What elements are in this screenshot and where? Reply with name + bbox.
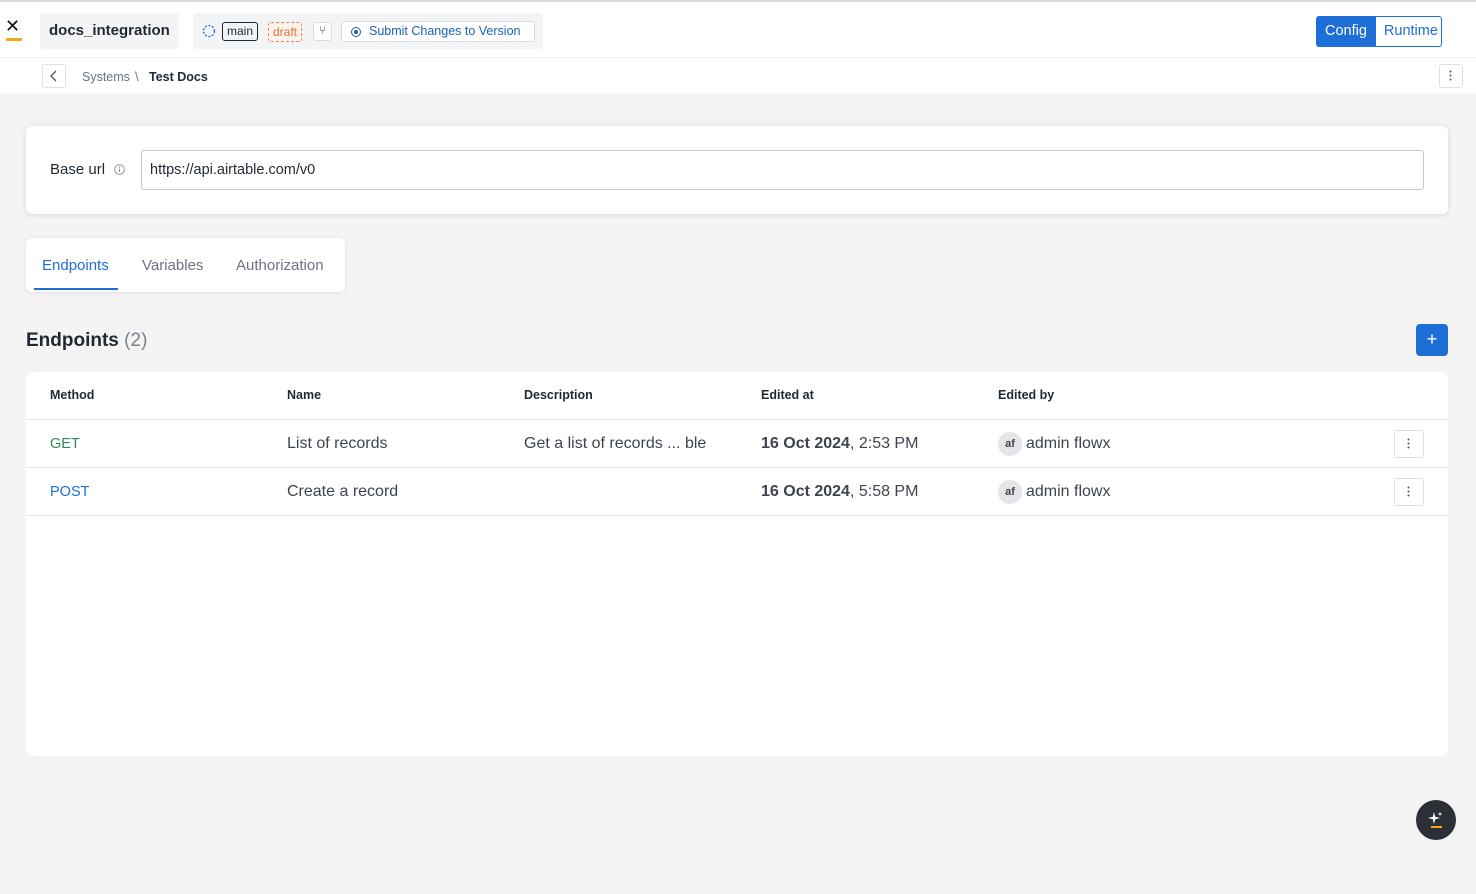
runtime-mode-button[interactable]: Runtime [1375, 16, 1442, 47]
more-vertical-icon [1449, 70, 1453, 82]
active-tab-indicator [34, 288, 118, 290]
edited-date: 16 Oct 2024 [761, 483, 850, 500]
table-row[interactable]: POST Create a record 16 Oct 2024, 5:58 P… [26, 468, 1448, 516]
endpoints-table: Method Name Description Edited at Edited… [26, 372, 1448, 756]
edited-time: , 5:58 PM [849, 483, 919, 500]
avatar: af [998, 432, 1022, 456]
ai-sparkle-icon [1428, 812, 1442, 828]
config-mode-button[interactable]: Config [1316, 16, 1376, 47]
tab-authorization[interactable]: Authorization [236, 257, 324, 274]
radio-icon [351, 27, 361, 37]
column-header-description: Description [524, 388, 593, 402]
submit-changes-button[interactable]: Submit Changes to Version [341, 21, 535, 42]
table-header: Method Name Description Edited at Edited… [26, 372, 1448, 420]
tab-variables[interactable]: Variables [142, 257, 203, 274]
name-cell: Create a record [287, 483, 399, 500]
submit-changes-label: Submit Changes to Version [369, 24, 521, 38]
sub-bar: Systems \ Test Docs [0, 58, 1476, 94]
page-menu-button[interactable] [1439, 64, 1463, 88]
logo-icon[interactable]: ✕ [5, 18, 25, 42]
editor-name: admin flowx [1026, 435, 1111, 452]
tabs: Endpoints Variables Authorization [26, 238, 345, 292]
method-cell: GET [50, 436, 80, 452]
base-url-label: Base url [50, 161, 106, 178]
name-cell: List of records [287, 435, 388, 452]
top-bar: ✕ docs_integration main draft ⑂ Submit C… [0, 0, 1476, 58]
column-header-edited-by: Edited by [998, 388, 1055, 402]
breadcrumb-systems[interactable]: Systems [82, 70, 130, 84]
edited-time: , 2:53 PM [849, 435, 919, 452]
column-header-method: Method [50, 388, 95, 402]
version-controls: main draft ⑂ Submit Changes to Version [193, 13, 543, 49]
column-header-name: Name [287, 388, 322, 402]
sync-icon[interactable] [202, 24, 216, 38]
edited-date: 16 Oct 2024 [761, 435, 850, 452]
more-vertical-icon [1407, 438, 1411, 450]
edited-at-cell: 16 Oct 2024, 2:53 PM [761, 435, 918, 453]
row-menu-button[interactable] [1394, 478, 1424, 506]
endpoints-title: Endpoints [26, 330, 119, 351]
plus-icon: + [1426, 329, 1438, 349]
add-endpoint-button[interactable]: + [1416, 324, 1448, 356]
endpoints-heading: Endpoints (2) [26, 330, 147, 352]
back-button[interactable] [42, 64, 66, 88]
branch-icon[interactable]: ⑂ [313, 22, 332, 41]
column-header-edited-at: Edited at [761, 388, 814, 402]
description-cell: Get a list of records ... ble [524, 435, 707, 452]
info-icon[interactable] [114, 164, 125, 175]
ai-assistant-button[interactable] [1416, 800, 1456, 840]
method-cell: POST [50, 484, 90, 500]
mode-toggle: Config Runtime [1316, 16, 1442, 47]
tab-endpoints[interactable]: Endpoints [42, 257, 109, 274]
editor-name: admin flowx [1026, 483, 1111, 500]
status-badge: draft [268, 22, 303, 42]
table-row[interactable]: GET List of records Get a list of record… [26, 420, 1448, 468]
base-url-input[interactable] [141, 150, 1424, 190]
more-vertical-icon [1407, 486, 1411, 498]
avatar: af [998, 480, 1022, 504]
branch-tag[interactable]: main [222, 22, 259, 41]
edited-at-cell: 16 Oct 2024, 5:58 PM [761, 483, 918, 501]
row-menu-button[interactable] [1394, 430, 1424, 458]
chevron-left-icon [50, 70, 57, 82]
base-url-card: Base url [26, 126, 1448, 214]
endpoints-count: (2) [124, 330, 148, 351]
project-name[interactable]: docs_integration [40, 13, 179, 49]
breadcrumb-current: Test Docs [149, 70, 208, 84]
breadcrumb-separator: \ [135, 69, 139, 84]
